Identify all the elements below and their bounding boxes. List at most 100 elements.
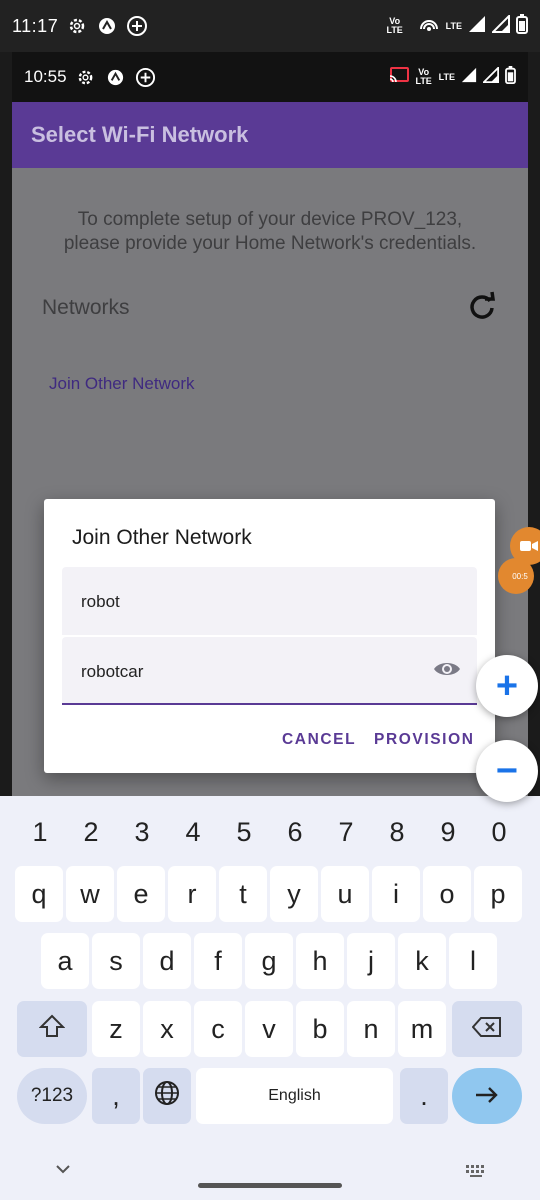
provision-button[interactable]: PROVISION bbox=[374, 731, 475, 749]
key-3[interactable]: 3 bbox=[117, 804, 167, 860]
gesture-nav-handle[interactable] bbox=[198, 1183, 342, 1188]
key-0[interactable]: 0 bbox=[474, 804, 524, 860]
settings-gear-icon bbox=[66, 15, 88, 37]
key-b[interactable]: b bbox=[296, 1001, 344, 1057]
key-x[interactable]: x bbox=[143, 1001, 191, 1057]
refresh-icon[interactable] bbox=[466, 290, 498, 322]
key-o[interactable]: o bbox=[423, 866, 471, 922]
key-8[interactable]: 8 bbox=[372, 804, 422, 860]
number-row: 1 2 3 4 5 6 7 8 9 0 bbox=[0, 804, 540, 860]
volte-icon: Vo LTE bbox=[415, 67, 432, 86]
cancel-button[interactable]: CANCEL bbox=[282, 731, 356, 749]
key-t[interactable]: t bbox=[219, 866, 267, 922]
key-q[interactable]: q bbox=[15, 866, 63, 922]
key-5[interactable]: 5 bbox=[219, 804, 269, 860]
key-e[interactable]: e bbox=[117, 866, 165, 922]
volte-icon: Vo LTE bbox=[386, 16, 403, 35]
language-key[interactable] bbox=[143, 1068, 191, 1124]
key-d[interactable]: d bbox=[143, 933, 191, 989]
key-4[interactable]: 4 bbox=[168, 804, 218, 860]
lte-label: LTE bbox=[445, 20, 462, 31]
join-other-network-link[interactable]: Join Other Network bbox=[49, 374, 195, 394]
inner-status-bar: 10:55 Vo LTE LTE bbox=[12, 52, 528, 102]
lte-label: LTE bbox=[438, 71, 455, 82]
space-key[interactable]: English bbox=[196, 1068, 393, 1124]
shift-key[interactable] bbox=[17, 1001, 87, 1057]
recording-time-label: 00:5 bbox=[512, 571, 528, 581]
join-network-dialog: Join Other Network robot robotcar CANCEL… bbox=[44, 499, 495, 773]
key-n[interactable]: n bbox=[347, 1001, 395, 1057]
keyboard-switch-icon[interactable] bbox=[466, 1164, 488, 1182]
key-s[interactable]: s bbox=[92, 933, 140, 989]
key-i[interactable]: i bbox=[372, 866, 420, 922]
key-a[interactable]: a bbox=[41, 933, 89, 989]
key-p[interactable]: p bbox=[474, 866, 522, 922]
key-m[interactable]: m bbox=[398, 1001, 446, 1057]
key-2[interactable]: 2 bbox=[66, 804, 116, 860]
key-c[interactable]: c bbox=[194, 1001, 242, 1057]
key-j[interactable]: j bbox=[347, 933, 395, 989]
key-r[interactable]: r bbox=[168, 866, 216, 922]
key-w[interactable]: w bbox=[66, 866, 114, 922]
zoom-out-button[interactable]: − bbox=[476, 740, 538, 802]
key-6[interactable]: 6 bbox=[270, 804, 320, 860]
description-line-1: To complete setup of your device PROV_12… bbox=[77, 209, 463, 230]
letter-row-2: a s d f g h j k l bbox=[0, 933, 540, 989]
cast-icon bbox=[389, 66, 409, 88]
signal-icon bbox=[468, 15, 486, 38]
password-value: robotcar bbox=[81, 662, 144, 681]
globe-icon bbox=[154, 1080, 180, 1113]
bottom-key-row: ?123 , English . bbox=[0, 1068, 540, 1124]
key-z[interactable]: z bbox=[92, 1001, 140, 1057]
battery-icon bbox=[505, 65, 516, 89]
key-7[interactable]: 7 bbox=[321, 804, 371, 860]
shift-icon bbox=[38, 1014, 66, 1045]
enter-key[interactable] bbox=[452, 1068, 522, 1124]
key-1[interactable]: 1 bbox=[15, 804, 65, 860]
symbols-key[interactable]: ?123 bbox=[17, 1068, 87, 1124]
key-k[interactable]: k bbox=[398, 933, 446, 989]
key-l[interactable]: l bbox=[449, 933, 497, 989]
key-v[interactable]: v bbox=[245, 1001, 293, 1057]
add-circle-icon bbox=[126, 15, 148, 37]
ssid-field[interactable]: robot bbox=[62, 567, 477, 635]
inner-status-time: 10:55 bbox=[24, 67, 67, 86]
add-circle-icon bbox=[135, 66, 157, 88]
ssid-value: robot bbox=[81, 592, 120, 611]
backspace-icon bbox=[471, 1014, 502, 1045]
zoom-in-button[interactable]: + bbox=[476, 655, 538, 717]
status-time: 11:17 bbox=[12, 15, 59, 36]
hotspot-icon bbox=[418, 15, 440, 37]
eye-icon[interactable] bbox=[433, 659, 461, 679]
key-y[interactable]: y bbox=[270, 866, 318, 922]
app-bar: Select Wi-Fi Network bbox=[12, 102, 528, 168]
period-key[interactable]: . bbox=[400, 1068, 448, 1124]
password-field[interactable]: robotcar bbox=[62, 637, 477, 705]
signal-icon-2 bbox=[490, 13, 510, 38]
screen: 11:17 Vo LTE LTE 10:55 Vo LTE LTE Select… bbox=[0, 0, 540, 1200]
key-h[interactable]: h bbox=[296, 933, 344, 989]
key-g[interactable]: g bbox=[245, 933, 293, 989]
recording-timer[interactable]: 00:5 bbox=[498, 558, 534, 594]
description-line-2: please provide your Home Network's crede… bbox=[63, 233, 477, 254]
key-9[interactable]: 9 bbox=[423, 804, 473, 860]
settings-gear-icon bbox=[75, 66, 97, 88]
page-title: Select Wi-Fi Network bbox=[31, 122, 249, 147]
dialog-title: Join Other Network bbox=[72, 526, 252, 549]
backspace-key[interactable] bbox=[452, 1001, 522, 1057]
on-screen-keyboard: 1 2 3 4 5 6 7 8 9 0 q w e r t y u i o p … bbox=[0, 796, 540, 1200]
arrow-right-icon bbox=[474, 1081, 500, 1112]
key-f[interactable]: f bbox=[194, 933, 242, 989]
status-bar: 11:17 Vo LTE LTE bbox=[0, 0, 540, 52]
letter-row-1: q w e r t y u i o p bbox=[0, 866, 540, 922]
key-u[interactable]: u bbox=[321, 866, 369, 922]
letter-row-3: z x c v b n m bbox=[0, 1001, 540, 1057]
space-key-label: English bbox=[268, 1087, 321, 1104]
comma-key[interactable]: , bbox=[92, 1068, 140, 1124]
keyboard-hide-icon[interactable] bbox=[54, 1162, 72, 1180]
sync-app-icon bbox=[105, 66, 127, 88]
setup-description: To complete setup of your device PROV_12… bbox=[12, 208, 528, 256]
camera-icon bbox=[520, 539, 538, 558]
sync-app-icon bbox=[96, 15, 118, 37]
networks-label: Networks bbox=[42, 296, 130, 319]
